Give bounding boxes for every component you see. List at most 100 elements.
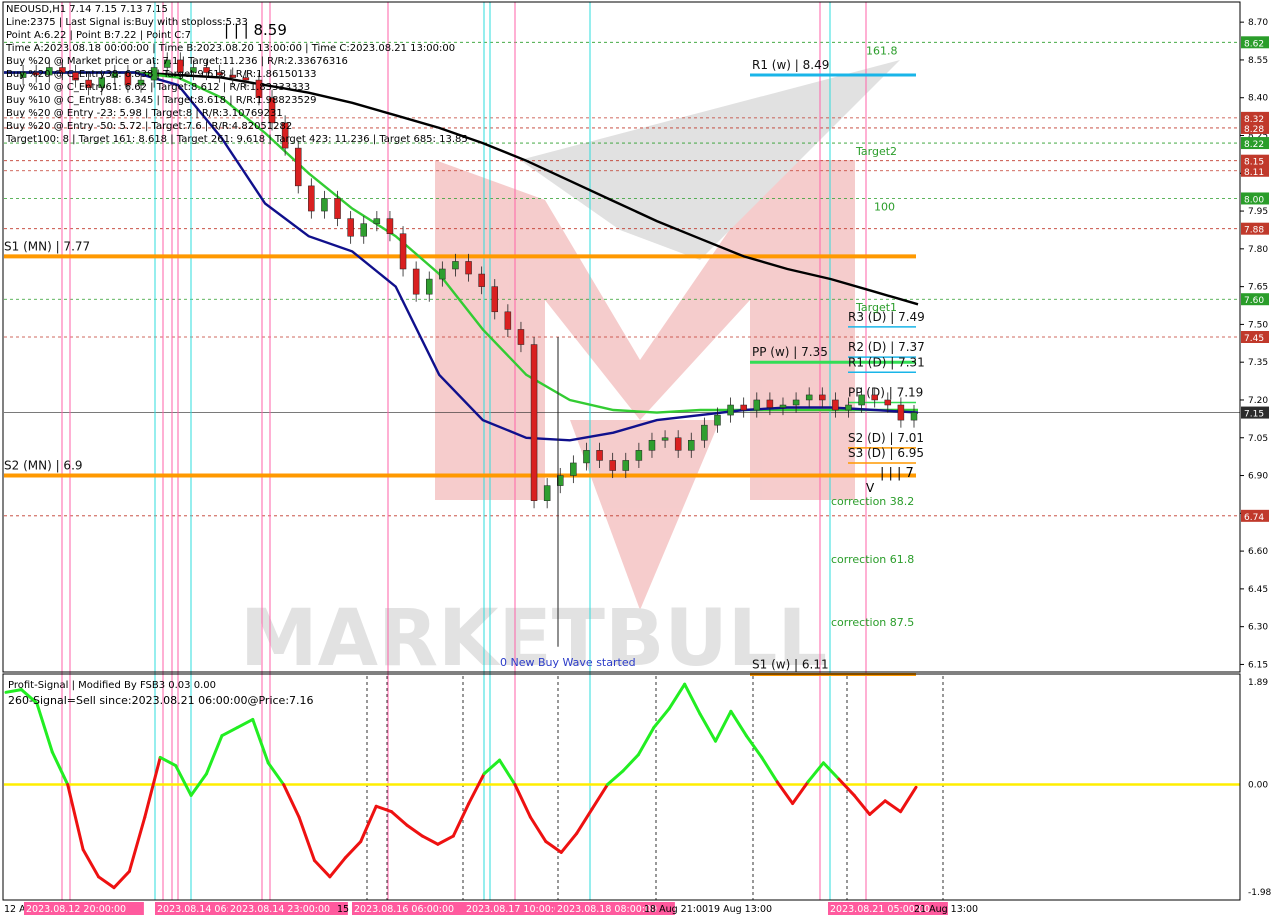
info-line: Buy %20 @ Entry -50: 5.72 | Target:7.6 |… bbox=[6, 121, 293, 132]
price-tick-label: 6.45 bbox=[1248, 585, 1268, 595]
wave-label-v: V bbox=[866, 481, 875, 495]
pivot-label: S2 (D) | 7.01 bbox=[848, 431, 924, 445]
wave-label-7: | | | 7 bbox=[880, 466, 914, 481]
candle-body bbox=[583, 450, 590, 464]
symbol-line: NEOUSD,H1 7.14 7.15 7.13 7.15 bbox=[6, 4, 168, 15]
candle-body bbox=[530, 344, 538, 501]
pivot-label: S1 (w) | 6.11 bbox=[752, 658, 829, 672]
price-tick-label: 8.40 bbox=[1248, 94, 1268, 104]
candle-body bbox=[792, 399, 800, 406]
watermark-bar-right bbox=[750, 160, 855, 500]
time-label: 21 Aug 13:00 bbox=[914, 904, 978, 915]
info-line: Buy %20 @ Entry -23: 5.98 | Target:8 | R… bbox=[6, 108, 283, 119]
info-line: Time A:2023.08.18 00:00:00 | Time B:2023… bbox=[6, 43, 456, 54]
price-tick-label: 8.70 bbox=[1248, 18, 1268, 28]
candle-body bbox=[701, 424, 708, 441]
candle-body bbox=[674, 437, 682, 451]
candle-body bbox=[491, 286, 499, 313]
fib-label: Target1 bbox=[855, 301, 897, 314]
info-line: Buy %20 @ Market price or at: 7.1 | Targ… bbox=[6, 56, 348, 67]
fib-label: correction 38.2 bbox=[831, 495, 914, 508]
candle-body bbox=[294, 147, 302, 187]
candle-body bbox=[504, 311, 512, 330]
time-label: 18 Aug 21:00 bbox=[644, 904, 708, 915]
time-label: 2023.08.12 20:00:00 bbox=[26, 904, 126, 915]
candle-body bbox=[517, 329, 525, 345]
candle-body bbox=[347, 218, 354, 237]
price-tick-label: 7.65 bbox=[1248, 283, 1268, 293]
candle-body bbox=[688, 440, 695, 451]
pivot-label: S2 (MN) | 6.9 bbox=[4, 459, 83, 473]
watermark-text: MARKETBULL bbox=[240, 594, 827, 684]
oscillator-subtitle: 260-Signal=Sell since:2023.08.21 06:00:0… bbox=[8, 694, 314, 707]
candle-body bbox=[386, 218, 394, 234]
price-tick-label: 7.95 bbox=[1248, 207, 1268, 217]
candle-body bbox=[373, 218, 381, 224]
oscillator-tick-label: -1.98 bbox=[1248, 888, 1272, 898]
price-tick-label: 7.20 bbox=[1248, 396, 1268, 406]
candle-body bbox=[648, 440, 656, 451]
oscillator-title: Profit-Signal | Modified By FSB3 0.03 0.… bbox=[8, 680, 216, 691]
pivot-label: R1 (w) | 8.49 bbox=[752, 58, 829, 72]
price-tag-label: 8.00 bbox=[1244, 195, 1264, 205]
time-label: 19 Aug 13:00 bbox=[708, 904, 772, 915]
candle-body bbox=[819, 394, 826, 401]
price-tag-label: 7.45 bbox=[1244, 334, 1264, 344]
price-tag-label: 6.74 bbox=[1244, 513, 1264, 523]
candle-body bbox=[727, 404, 734, 416]
info-panel: NEOUSD,H1 7.14 7.15 7.13 7.15 Line:2375 … bbox=[6, 3, 468, 146]
info-line: Target100: 8 | Target 161: 8.618 | Targe… bbox=[6, 134, 468, 145]
candle-body bbox=[779, 404, 787, 408]
info-line: Line:2375 | Last Signal is:Buy with stop… bbox=[6, 17, 248, 28]
fib-label: correction 61.8 bbox=[831, 553, 914, 566]
price-tag-label: 7.15 bbox=[1244, 410, 1264, 420]
candle-body bbox=[622, 460, 630, 471]
price-tag-label: 7.88 bbox=[1244, 226, 1264, 236]
candle-body bbox=[714, 414, 721, 426]
pivot-label: PP (w) | 7.35 bbox=[752, 345, 828, 359]
time-label: 2023.08.17 10:00:00 bbox=[466, 904, 566, 915]
time-label: 2023.08.18 08:00:00 bbox=[557, 904, 657, 915]
candle-body bbox=[478, 273, 485, 287]
candle-body bbox=[845, 404, 852, 411]
price-tag-label: 7.60 bbox=[1244, 296, 1264, 306]
candle-body bbox=[439, 268, 446, 280]
candle-body bbox=[596, 450, 603, 461]
candle-body bbox=[308, 185, 315, 212]
candle-body bbox=[661, 437, 669, 441]
fib-label: correction 87.5 bbox=[831, 616, 914, 629]
time-label: 2023.08.16 06:00:00 bbox=[354, 904, 454, 915]
candle-body bbox=[884, 399, 892, 406]
price-tag-label: 8.62 bbox=[1244, 39, 1264, 49]
candle-body bbox=[635, 450, 643, 461]
info-line: Point A:6.22 | Point B:7.22 | Point C:7 bbox=[6, 30, 191, 41]
candle-body bbox=[753, 399, 761, 411]
candle-body bbox=[452, 261, 459, 270]
price-tick-label: 7.05 bbox=[1248, 434, 1268, 444]
price-tick-label: 7.50 bbox=[1248, 320, 1268, 330]
candle-body bbox=[609, 460, 616, 471]
candle-body bbox=[465, 261, 472, 275]
candle-body bbox=[766, 399, 774, 408]
candle-body bbox=[832, 399, 839, 411]
price-tick-label: 7.80 bbox=[1248, 245, 1268, 255]
price-tick-label: 6.15 bbox=[1248, 660, 1268, 670]
price-tick-label: 7.35 bbox=[1248, 358, 1268, 368]
candle-body bbox=[399, 233, 407, 270]
candle-body bbox=[871, 394, 878, 401]
candle-body bbox=[805, 394, 813, 401]
candle-body bbox=[570, 462, 577, 476]
candle-body bbox=[321, 198, 328, 212]
price-tag-label: 8.22 bbox=[1244, 140, 1264, 150]
price-tag-label: 8.11 bbox=[1244, 168, 1264, 178]
new-buy-wave-label: 0 New Buy Wave started bbox=[500, 656, 636, 669]
candle-body bbox=[543, 485, 551, 501]
candle-body bbox=[360, 223, 367, 237]
candle-body bbox=[334, 198, 341, 219]
time-label: 2023.08.14 23:00:00 bbox=[230, 904, 330, 915]
candle-body bbox=[858, 394, 865, 406]
oscillator-tick-label: 1.89 bbox=[1248, 678, 1268, 688]
info-line: Buy %10 @ C_Entry88: 6.345 | Target:8.61… bbox=[6, 95, 317, 106]
price-tick-label: 6.30 bbox=[1248, 623, 1268, 633]
price-tick-label: 8.55 bbox=[1248, 56, 1268, 66]
